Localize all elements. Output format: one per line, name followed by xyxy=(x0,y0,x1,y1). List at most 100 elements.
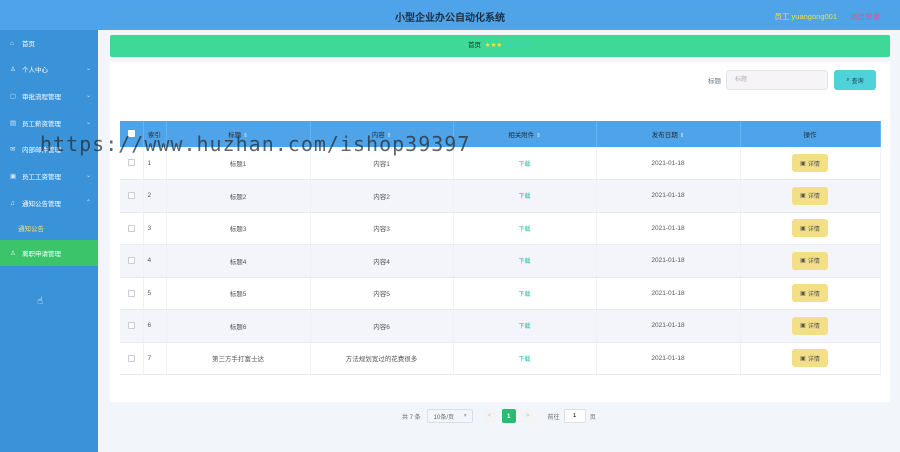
wallet-icon: ▣ xyxy=(10,173,17,180)
document-icon: ▣ xyxy=(800,160,806,167)
row-actions: ▣ 详情 xyxy=(740,179,881,213)
chevron-down-icon: ⌄ xyxy=(85,93,91,99)
goto-label: 前往 xyxy=(547,414,560,421)
download-link[interactable]: 下载 xyxy=(518,259,530,265)
sidebar-item-home[interactable]: ⌂ 首页 xyxy=(0,30,98,56)
table-row: 1 标题1 内容1 下载 2021-01-18 ▣ 详情 xyxy=(120,147,881,180)
select-all-checkbox[interactable] xyxy=(120,121,144,147)
download-link[interactable]: 下载 xyxy=(518,324,530,330)
row-index: 3 xyxy=(143,212,167,245)
row-date: 2021-01-18 xyxy=(596,342,741,375)
column-header[interactable]: 内容 ⇕ xyxy=(310,121,454,147)
resign-icon: ♙ xyxy=(10,250,16,257)
chevron-up-icon: ⌃ xyxy=(85,200,91,206)
row-checkbox[interactable] xyxy=(120,309,144,343)
row-actions: ▣ 详情 xyxy=(740,277,881,310)
search-button[interactable]: ⌕ 查询 xyxy=(834,70,876,90)
search-button-label: 查询 xyxy=(851,78,864,85)
row-checkbox[interactable] xyxy=(120,212,144,245)
flow-icon: ▢ xyxy=(10,93,17,100)
sidebar-item-salary[interactable]: ▤ 员工薪资管理 ⌄ xyxy=(0,110,98,136)
document-icon: ▣ xyxy=(800,355,806,362)
sidebar-item-label: 首页 xyxy=(22,41,35,48)
row-title: 第三方手打富士达 xyxy=(166,342,311,375)
row-title: 标题3 xyxy=(166,212,311,245)
row-checkbox[interactable] xyxy=(120,179,144,213)
sidebar-subitem-notice[interactable]: 通知公告 xyxy=(0,216,98,240)
row-title: 标题4 xyxy=(166,244,311,278)
app-title: 小型企业办公自动化系统 xyxy=(395,13,505,24)
download-link[interactable]: 下载 xyxy=(518,227,530,233)
detail-button[interactable]: ▣ 详情 xyxy=(792,251,828,270)
table-header-row: 索引 标题 ⇕ 内容 ⇕ 相关附件 ⇕ 发布日期 ⇕ 操作 xyxy=(120,121,881,147)
search-input[interactable] xyxy=(726,70,828,90)
table-row: 4 标题4 内容4 下载 2021-01-18 ▣ 详情 xyxy=(120,244,881,278)
document-icon: ▣ xyxy=(800,225,806,232)
row-actions: ▣ 详情 xyxy=(740,147,881,180)
row-checkbox[interactable] xyxy=(120,342,144,375)
sort-icon: ⇕ xyxy=(386,133,392,139)
document-icon: ▣ xyxy=(800,323,806,330)
chevron-down-icon: ⌄ xyxy=(85,146,91,152)
row-attachment: 下载 xyxy=(453,277,597,310)
sidebar-item-mail[interactable]: ✉ 内部邮件管理 ⌄ xyxy=(0,136,98,162)
sidebar-item-label: 离职申请管理 xyxy=(22,251,61,258)
row-date: 2021-01-18 xyxy=(596,309,741,343)
detail-button[interactable]: ▣ 详情 xyxy=(792,219,828,238)
column-header[interactable]: 相关附件 ⇕ xyxy=(453,121,597,147)
sort-icon: ⇕ xyxy=(536,133,541,139)
row-content: 内容3 xyxy=(310,212,454,245)
page-size-select[interactable]: 10条/页 ▼ xyxy=(426,409,473,423)
user-icon: ♙ xyxy=(10,66,16,73)
detail-button[interactable]: ▣ 详情 xyxy=(792,186,828,205)
table-row: 5 标题5 内容5 下载 2021-01-18 ▣ 详情 xyxy=(120,277,881,310)
sidebar-item-wages[interactable]: ▣ 员工工资管理 ⌄ xyxy=(0,163,98,189)
sidebar: ⌂ 首页 ♙ 个人中心 ⌄ ▢ 审批流程管理 ⌄ ▤ 员工薪资管理 ⌄ ✉ 内部… xyxy=(0,30,98,452)
column-header[interactable]: 标题 ⇕ xyxy=(166,121,311,147)
row-content: 内容2 xyxy=(310,179,454,213)
page-number-current[interactable]: 1 xyxy=(501,409,516,423)
download-link[interactable]: 下载 xyxy=(518,292,530,298)
sidebar-item-resignation[interactable]: ♙ 离职申请管理 xyxy=(0,240,98,266)
breadcrumb-home[interactable]: 首页 xyxy=(468,42,481,49)
row-index: 2 xyxy=(143,179,167,213)
prev-page-button[interactable]: < xyxy=(482,409,497,423)
detail-button[interactable]: ▣ 详情 xyxy=(792,284,828,303)
sidebar-item-personal-center[interactable]: ♙ 个人中心 ⌄ xyxy=(0,56,98,82)
breadcrumb-current: 通知公告 xyxy=(506,42,533,49)
column-header[interactable]: 索引 xyxy=(143,121,167,147)
row-attachment: 下载 xyxy=(453,244,597,278)
table-row: 3 标题3 内容3 下载 2021-01-18 ▣ 详情 xyxy=(120,212,881,245)
row-actions: ▣ 详情 xyxy=(740,342,881,375)
row-title: 标题1 xyxy=(166,147,311,180)
row-checkbox[interactable] xyxy=(120,244,144,278)
row-checkbox[interactable] xyxy=(120,277,144,310)
table-row: 6 标题6 内容6 下载 2021-01-18 ▣ 详情 xyxy=(120,309,881,343)
row-date: 2021-01-18 xyxy=(596,212,741,245)
detail-button[interactable]: ▣ 详情 xyxy=(792,349,828,368)
download-link[interactable]: 下载 xyxy=(518,357,530,363)
download-link[interactable]: 下载 xyxy=(518,162,530,168)
detail-button[interactable]: ▣ 详情 xyxy=(792,154,828,172)
table-row: 7 第三方手打富士达 方法规划宽过的花费很多 下载 2021-01-18 ▣ 详情 xyxy=(120,342,881,375)
logout-link[interactable]: 退出登录 xyxy=(850,11,880,22)
row-checkbox[interactable] xyxy=(120,147,144,180)
row-actions: ▣ 详情 xyxy=(740,212,881,245)
table-row: 2 标题2 内容2 下载 2021-01-18 ▣ 详情 xyxy=(120,179,881,213)
download-link[interactable]: 下载 xyxy=(518,194,530,200)
breadcrumb: 首页 ★★★ 通知公告 xyxy=(110,35,890,57)
goto-page-input[interactable] xyxy=(563,409,586,423)
next-page-button[interactable]: > xyxy=(520,409,535,423)
row-title: 标题2 xyxy=(166,179,311,213)
detail-button[interactable]: ▣ 详情 xyxy=(792,316,828,335)
search-label: 标题 xyxy=(708,78,721,85)
main-content: 首页 ★★★ 通知公告 标题 ⌕ 查询 索引 标题⇕ 内容⇕ 相关附件⇕ 发布 xyxy=(98,30,900,452)
sidebar-item-approval[interactable]: ▢ 审批流程管理 ⌄ xyxy=(0,83,98,109)
row-index: 1 xyxy=(143,147,167,180)
sidebar-item-notice[interactable]: ♫ 通知公告管理 ⌃ xyxy=(0,190,98,216)
row-content: 内容4 xyxy=(310,244,454,278)
sidebar-item-label: 审批流程管理 xyxy=(22,94,61,101)
row-date: 2021-01-18 xyxy=(596,179,741,213)
column-header[interactable]: 发布日期 ⇕ xyxy=(596,121,741,147)
home-icon: ⌂ xyxy=(10,39,14,47)
